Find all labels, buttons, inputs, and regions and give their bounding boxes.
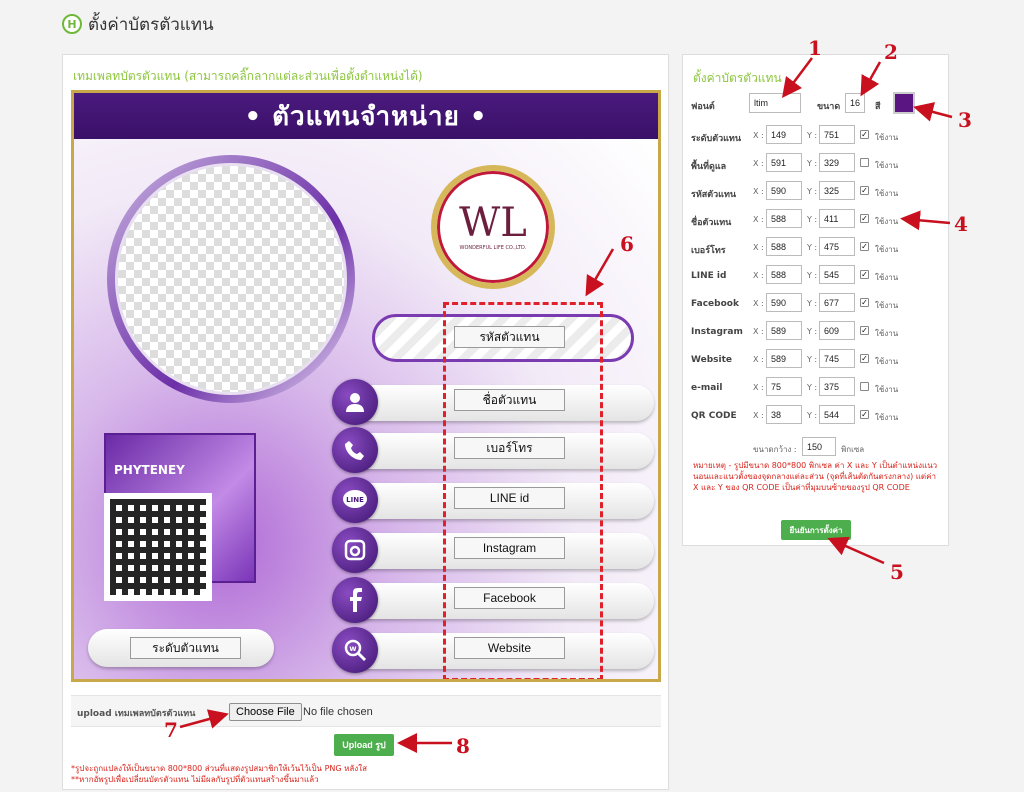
arrow-4: [900, 210, 951, 231]
arrow-1: [782, 57, 813, 98]
annotation-number-8: 8: [456, 734, 470, 758]
annotation-number-2: 2: [884, 40, 898, 64]
arrow-7: [179, 709, 229, 729]
annotation-number-7: 7: [164, 718, 178, 742]
annotation-number-5: 5: [890, 560, 904, 584]
annotation-arrows: [179, 57, 953, 753]
arrow-2: [860, 61, 882, 97]
annotation-number-3: 3: [958, 108, 972, 132]
annotation-number-6: 6: [620, 232, 634, 256]
arrow-5: [827, 536, 885, 565]
arrow-6: [585, 248, 615, 297]
annotation-number-1: 1: [808, 36, 822, 60]
arrow-3: [913, 102, 953, 122]
annotation-number-4: 4: [954, 212, 968, 236]
